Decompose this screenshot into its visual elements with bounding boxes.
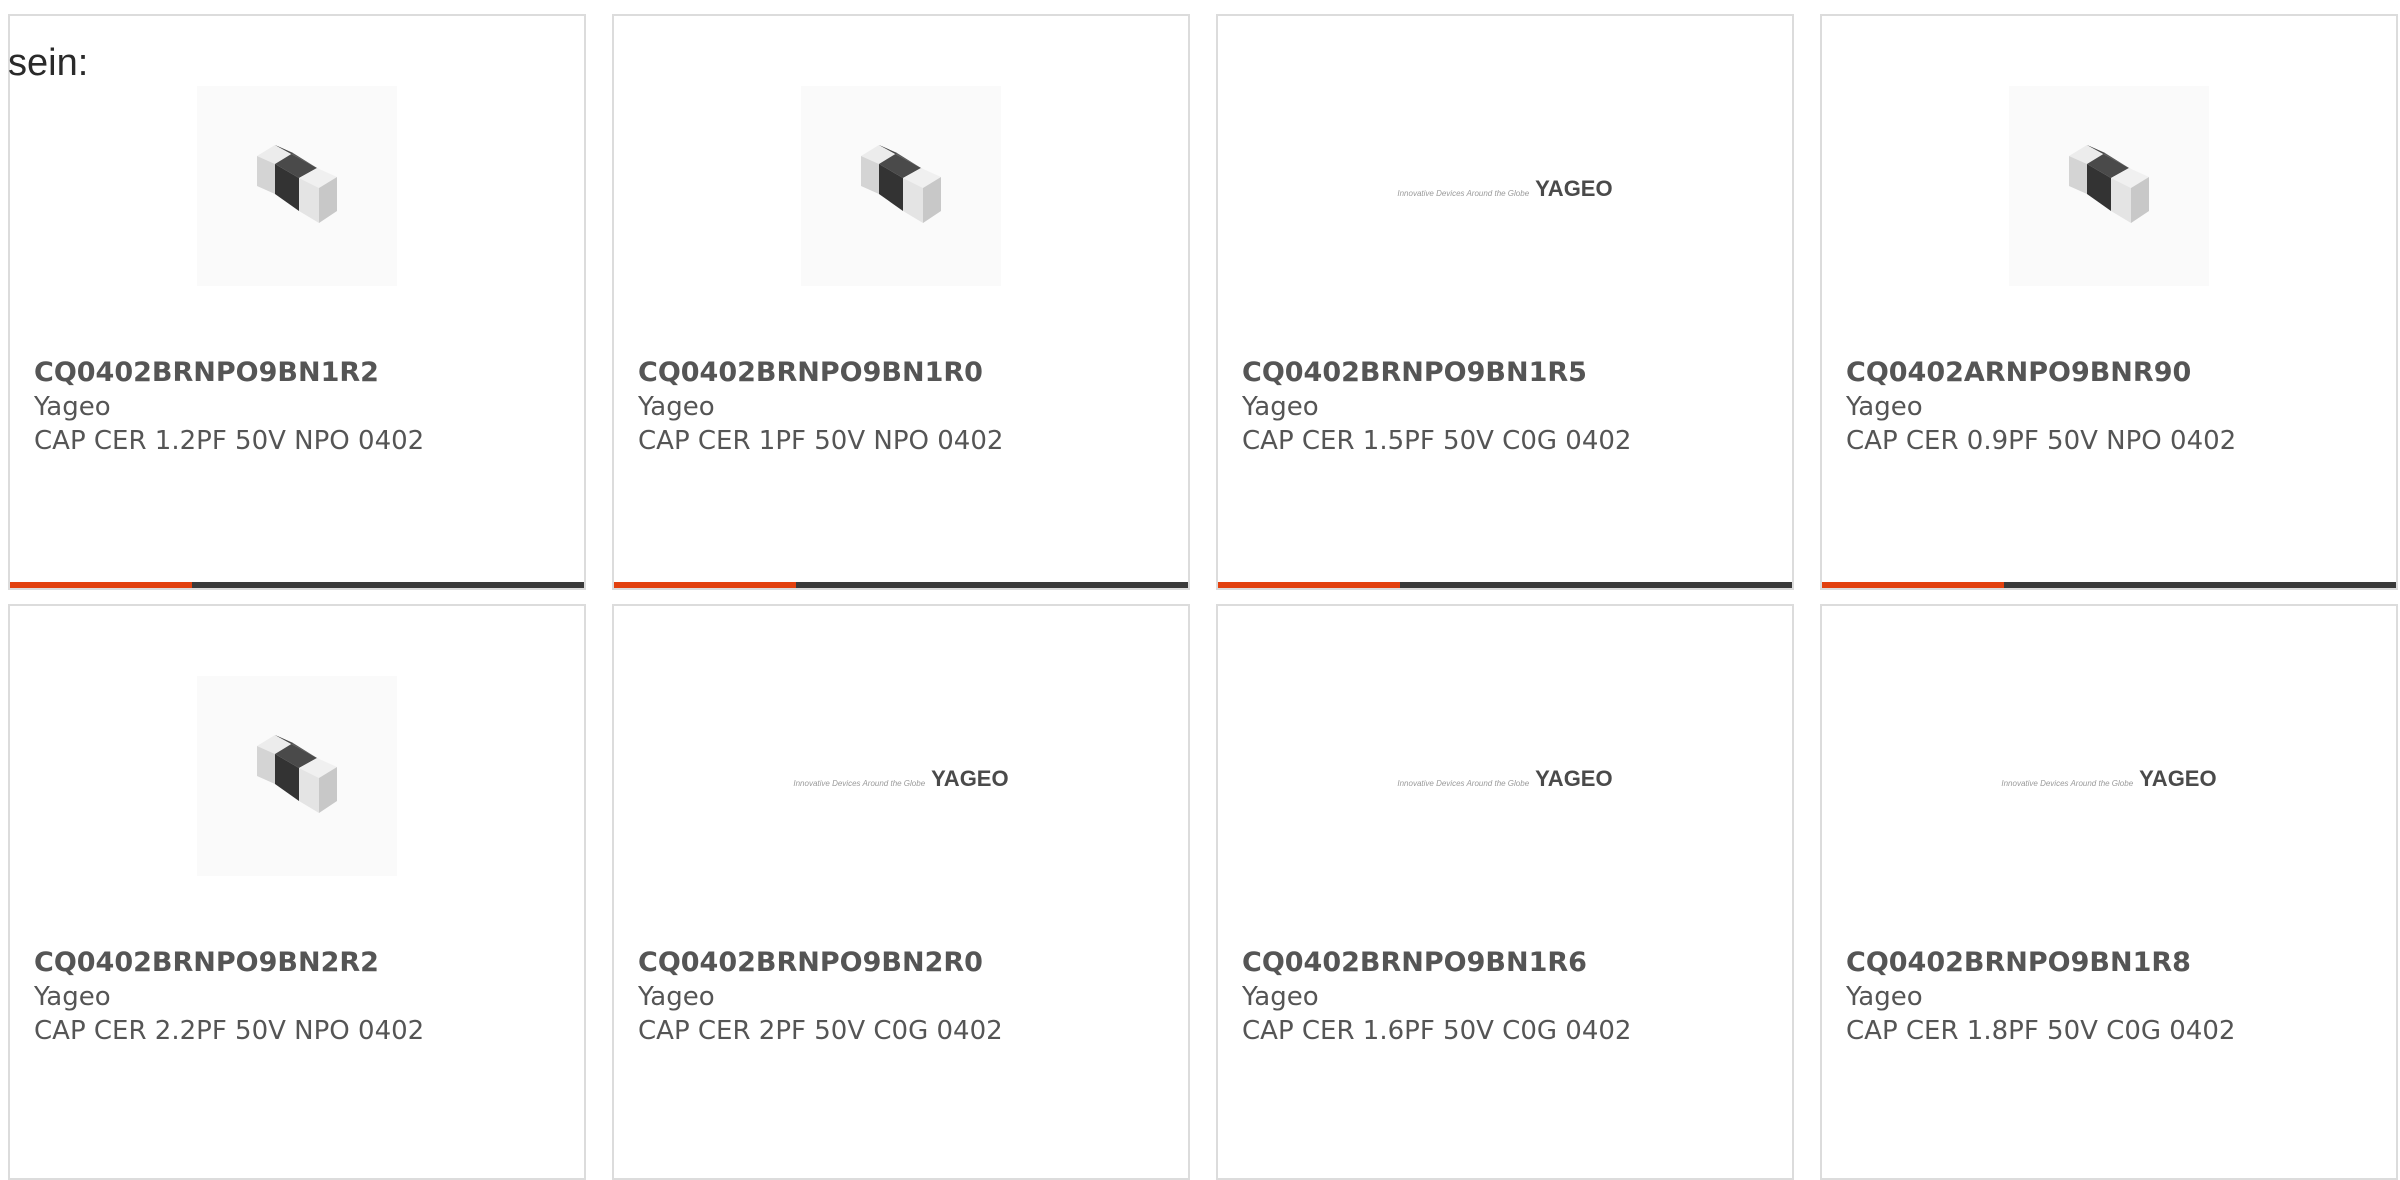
logo-wordmark: YAGEO <box>1535 766 1613 791</box>
product-image <box>614 86 1188 286</box>
card-progress-accent <box>1822 582 2004 588</box>
card-progress-bar <box>614 582 1188 588</box>
manufacturer: Yageo <box>1242 982 1319 1012</box>
part-number[interactable]: CQ0402BRNPO9BN2R2 <box>34 946 424 980</box>
product-description: CAP CER 1PF 50V NPO 0402 <box>638 426 1004 456</box>
product-info: CQ0402BRNPO9BN1R5 Yageo CAP CER 1.5PF 50… <box>1242 356 1631 458</box>
logo-tagline: Innovative Devices Around the Globe <box>1397 779 1530 788</box>
product-card[interactable]: CQ0402BRNPO9BN1R0 Yageo CAP CER 1PF 50V … <box>612 14 1190 590</box>
manufacturer: Yageo <box>34 392 111 422</box>
manufacturer: Yageo <box>1242 392 1319 422</box>
product-description: CAP CER 0.9PF 50V NPO 0402 <box>1846 426 2237 456</box>
card-progress-accent <box>1218 582 1400 588</box>
part-number[interactable]: CQ0402BRNPO9BN1R2 <box>34 356 424 390</box>
product-description: CAP CER 1.2PF 50V NPO 0402 <box>34 426 425 456</box>
card-progress-bar <box>1822 582 2396 588</box>
yageo-logo: Innovative Devices Around the Globe YAGE… <box>1397 766 1612 792</box>
product-card[interactable]: Innovative Devices Around the Globe YAGE… <box>1216 604 1794 1180</box>
product-info: CQ0402BRNPO9BN1R8 Yageo CAP CER 1.8PF 50… <box>1846 946 2235 1048</box>
product-info: CQ0402ARNPO9BNR90 Yageo CAP CER 0.9PF 50… <box>1846 356 2236 458</box>
logo-wordmark: YAGEO <box>2139 766 2217 791</box>
product-image-chip <box>2009 86 2209 286</box>
manufacturer: Yageo <box>1846 392 1923 422</box>
product-card[interactable]: Innovative Devices Around the Globe YAGE… <box>612 604 1190 1180</box>
product-image: Innovative Devices Around the Globe YAGE… <box>1218 676 1792 876</box>
yageo-logo: Innovative Devices Around the Globe YAGE… <box>2001 766 2216 792</box>
card-progress-bar <box>1218 582 1792 588</box>
product-image-chip <box>197 86 397 286</box>
card-progress-accent <box>614 582 796 588</box>
intro-text: sein: <box>8 42 89 84</box>
product-card[interactable]: CQ0402BRNPO9BN2R2 Yageo CAP CER 2.2PF 50… <box>8 604 586 1180</box>
product-description: CAP CER 1.8PF 50V C0G 0402 <box>1846 1016 2236 1046</box>
product-card[interactable]: CQ0402ARNPO9BNR90 Yageo CAP CER 0.9PF 50… <box>1820 14 2398 590</box>
card-progress-bar <box>10 582 584 588</box>
product-info: CQ0402BRNPO9BN2R0 Yageo CAP CER 2PF 50V … <box>638 946 1003 1048</box>
product-description: CAP CER 1.5PF 50V C0G 0402 <box>1242 426 1632 456</box>
manufacturer: Yageo <box>638 392 715 422</box>
part-number[interactable]: CQ0402BRNPO9BN1R8 <box>1846 946 2235 980</box>
product-card[interactable]: Innovative Devices Around the Globe YAGE… <box>1216 14 1794 590</box>
product-image <box>1822 86 2396 286</box>
manufacturer: Yageo <box>638 982 715 1012</box>
product-description: CAP CER 2.2PF 50V NPO 0402 <box>34 1016 425 1046</box>
product-description: CAP CER 1.6PF 50V C0G 0402 <box>1242 1016 1632 1046</box>
product-image <box>10 86 584 286</box>
yageo-logo: Innovative Devices Around the Globe YAGE… <box>793 766 1008 792</box>
product-card[interactable]: CQ0402BRNPO9BN1R2 Yageo CAP CER 1.2PF 50… <box>8 14 586 590</box>
card-progress-accent <box>10 582 192 588</box>
part-number[interactable]: CQ0402BRNPO9BN1R0 <box>638 356 1003 390</box>
product-info: CQ0402BRNPO9BN1R2 Yageo CAP CER 1.2PF 50… <box>34 356 424 458</box>
part-number[interactable]: CQ0402ARNPO9BNR90 <box>1846 356 2236 390</box>
part-number[interactable]: CQ0402BRNPO9BN1R6 <box>1242 946 1631 980</box>
logo-tagline: Innovative Devices Around the Globe <box>1397 189 1530 198</box>
logo-wordmark: YAGEO <box>931 766 1009 791</box>
product-image-chip <box>801 86 1001 286</box>
part-number[interactable]: CQ0402BRNPO9BN2R0 <box>638 946 1003 980</box>
product-image: Innovative Devices Around the Globe YAGE… <box>614 676 1188 876</box>
product-description: CAP CER 2PF 50V C0G 0402 <box>638 1016 1003 1046</box>
logo-wordmark: YAGEO <box>1535 176 1613 201</box>
product-grid: CQ0402BRNPO9BN1R2 Yageo CAP CER 1.2PF 50… <box>8 14 2398 1180</box>
logo-tagline: Innovative Devices Around the Globe <box>2001 779 2134 788</box>
product-image-chip <box>197 676 397 876</box>
product-card[interactable]: Innovative Devices Around the Globe YAGE… <box>1820 604 2398 1180</box>
yageo-logo: Innovative Devices Around the Globe YAGE… <box>1397 176 1612 202</box>
product-image <box>10 676 584 876</box>
part-number[interactable]: CQ0402BRNPO9BN1R5 <box>1242 356 1631 390</box>
product-info: CQ0402BRNPO9BN1R0 Yageo CAP CER 1PF 50V … <box>638 356 1003 458</box>
manufacturer: Yageo <box>34 982 111 1012</box>
product-info: CQ0402BRNPO9BN1R6 Yageo CAP CER 1.6PF 50… <box>1242 946 1631 1048</box>
product-image: Innovative Devices Around the Globe YAGE… <box>1218 86 1792 286</box>
logo-tagline: Innovative Devices Around the Globe <box>793 779 926 788</box>
product-image: Innovative Devices Around the Globe YAGE… <box>1822 676 2396 876</box>
manufacturer: Yageo <box>1846 982 1923 1012</box>
product-info: CQ0402BRNPO9BN2R2 Yageo CAP CER 2.2PF 50… <box>34 946 424 1048</box>
